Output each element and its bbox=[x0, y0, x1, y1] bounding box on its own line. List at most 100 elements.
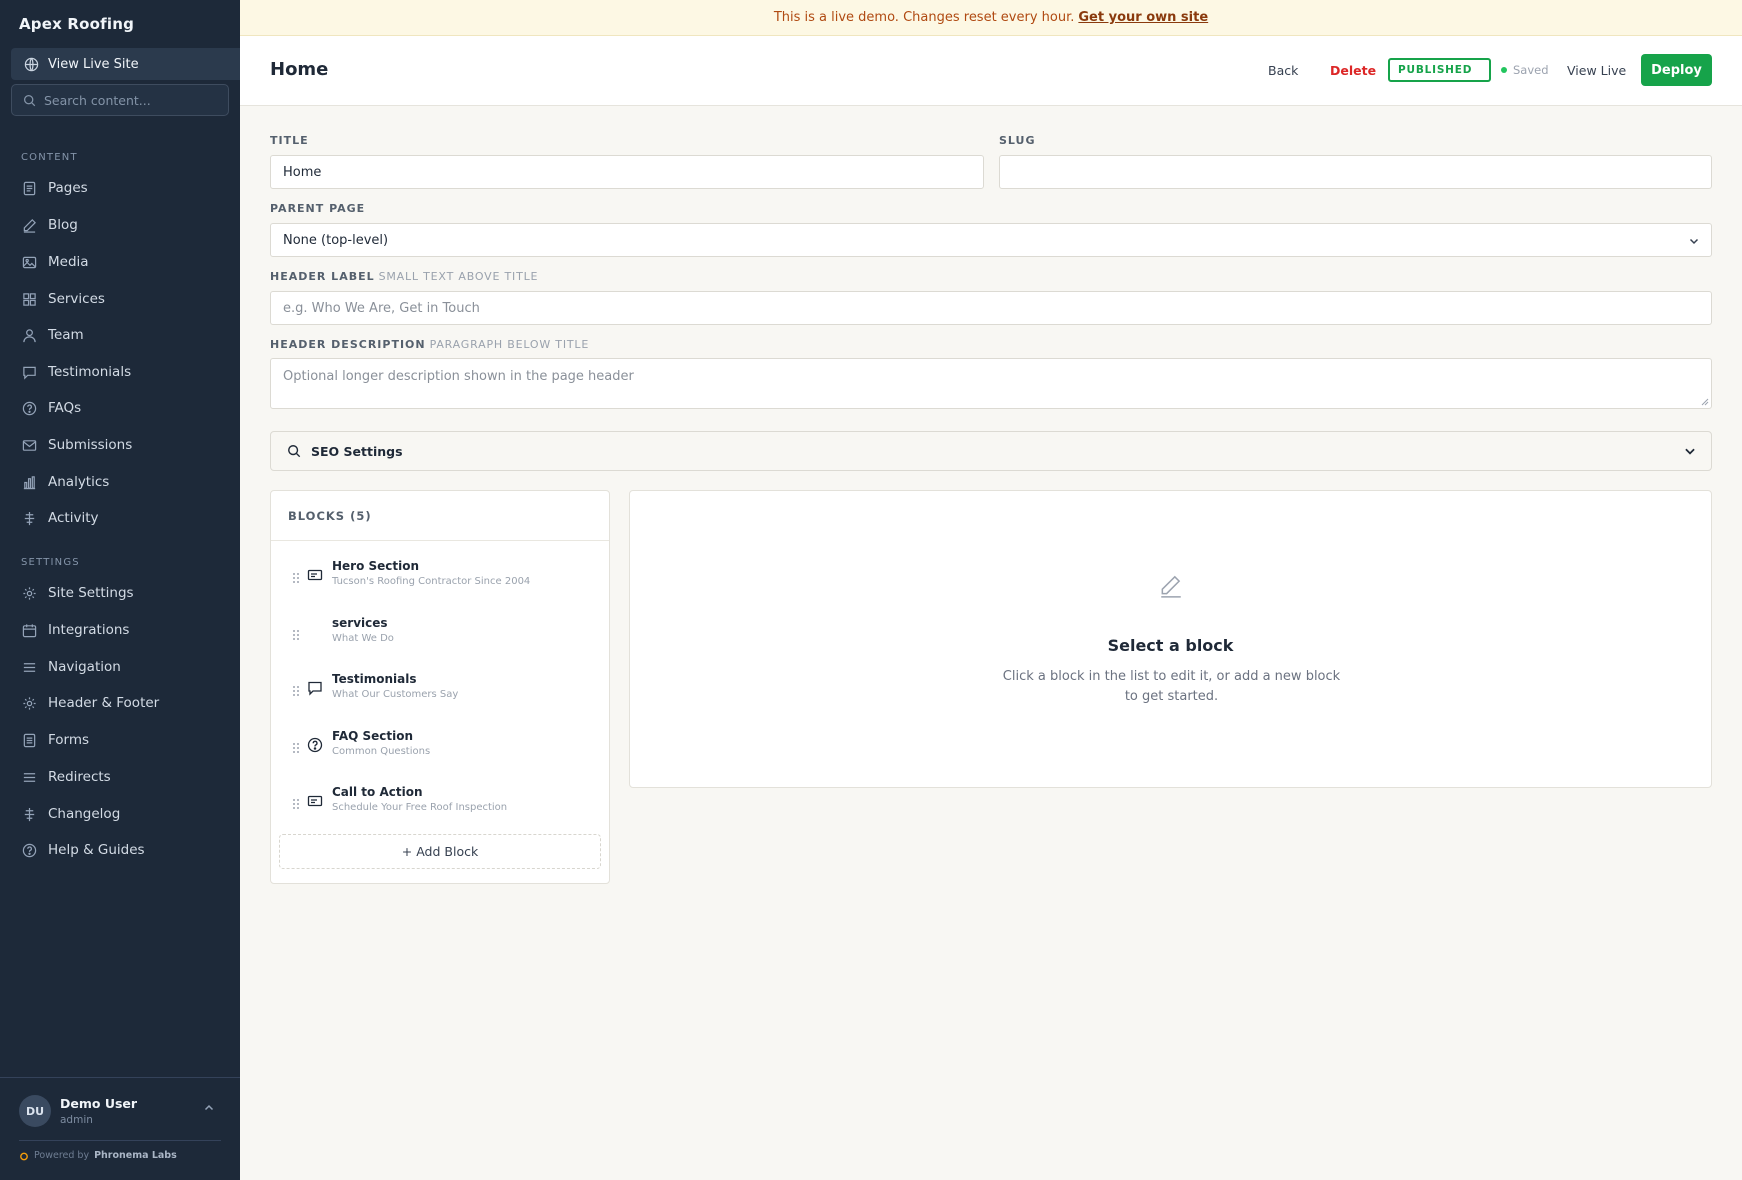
blocks-panel: BLOCKS (5) Hero Section Tucson's Roofing… bbox=[270, 490, 610, 884]
image-icon bbox=[22, 256, 37, 268]
sidebar-item-redirects[interactable]: Redirects bbox=[11, 762, 229, 792]
back-button[interactable]: Back bbox=[1268, 63, 1298, 78]
drag-handle-icon[interactable] bbox=[292, 572, 300, 584]
drag-handle-icon[interactable] bbox=[292, 685, 300, 697]
get-own-site-link[interactable]: Get your own site bbox=[1078, 10, 1208, 25]
view-live-button[interactable]: View Live bbox=[1567, 63, 1626, 78]
header-label-label: HEADER LABEL SMALL TEXT ABOVE TITLE bbox=[270, 270, 538, 283]
status-badge[interactable]: PUBLISHED bbox=[1388, 58, 1491, 82]
deploy-button[interactable]: Deploy bbox=[1641, 54, 1712, 86]
menu-icon bbox=[23, 772, 36, 782]
avatar: DU bbox=[19, 1095, 51, 1127]
add-block-button[interactable]: + Add Block bbox=[279, 834, 601, 869]
message-icon bbox=[23, 366, 36, 380]
block-item-hero-section[interactable]: Hero Section Tucson's Roofing Contractor… bbox=[271, 559, 609, 609]
delete-button[interactable]: Delete bbox=[1330, 63, 1376, 78]
drag-handle-icon[interactable] bbox=[292, 798, 300, 810]
menu-icon bbox=[23, 662, 36, 672]
pen-icon bbox=[23, 218, 36, 233]
header-label-input[interactable]: e.g. Who We Are, Get in Touch bbox=[270, 291, 1712, 325]
sidebar-item-header-footer[interactable]: Header & Footer bbox=[11, 688, 229, 718]
sidebar-item-blog[interactable]: Blog bbox=[11, 210, 229, 240]
chevron-down-icon bbox=[1689, 238, 1699, 245]
activity-icon bbox=[24, 511, 35, 525]
sidebar-item-submissions[interactable]: Submissions bbox=[11, 430, 229, 460]
block-subtitle: Common Questions bbox=[332, 746, 431, 757]
demo-banner: This is a live demo. Changes reset every… bbox=[240, 0, 1742, 36]
sidebar: Apex Roofing View Live Site Search conte… bbox=[0, 0, 240, 1180]
header-description-placeholder: Optional longer description shown in the… bbox=[283, 369, 634, 384]
sidebar-item-changelog[interactable]: Changelog bbox=[11, 799, 229, 829]
title-label: TITLE bbox=[270, 134, 309, 147]
settings-section-label: SETTINGS bbox=[21, 557, 80, 568]
block-item-faq-section[interactable]: FAQ Section Common Questions bbox=[271, 729, 609, 779]
mail-icon bbox=[22, 439, 37, 451]
gear-icon bbox=[23, 586, 36, 600]
block-title: FAQ Section bbox=[332, 729, 414, 743]
chevron-up-icon[interactable] bbox=[203, 1102, 215, 1114]
user-menu[interactable]: DU Demo User admin Powered by Phronema L… bbox=[0, 1077, 240, 1180]
view-live-site-button[interactable]: View Live Site bbox=[11, 48, 240, 80]
seo-settings-toggle[interactable]: SEO Settings bbox=[270, 431, 1712, 471]
header-description-label: HEADER DESCRIPTION PARAGRAPH BELOW TITLE bbox=[270, 338, 589, 351]
edit-pencil-icon bbox=[1161, 575, 1181, 598]
sidebar-item-team[interactable]: Team bbox=[11, 320, 229, 350]
sidebar-item-label: Team bbox=[48, 327, 84, 343]
sidebar-item-activity[interactable]: Activity bbox=[11, 503, 229, 533]
sidebar-item-faqs[interactable]: FAQs bbox=[11, 393, 229, 423]
seo-settings-label: SEO Settings bbox=[311, 443, 403, 459]
header-description-hint: PARAGRAPH BELOW TITLE bbox=[429, 338, 590, 351]
sidebar-item-label: FAQs bbox=[48, 400, 82, 416]
divider bbox=[19, 1140, 221, 1141]
parent-page-select[interactable]: None (top-level) bbox=[270, 223, 1712, 257]
status-dot bbox=[1501, 67, 1507, 73]
search-input[interactable]: Search content... bbox=[11, 84, 229, 116]
sidebar-item-label: Activity bbox=[48, 510, 99, 526]
sidebar-item-services[interactable]: Services bbox=[11, 284, 229, 314]
sidebar-item-pages[interactable]: Pages bbox=[11, 173, 229, 203]
sidebar-item-navigation[interactable]: Navigation bbox=[11, 652, 229, 682]
help-circle-icon bbox=[22, 401, 37, 415]
drag-handle-icon[interactable] bbox=[292, 742, 300, 754]
calendar-icon bbox=[22, 623, 37, 637]
grid-icon bbox=[23, 292, 36, 306]
sidebar-item-help-guides[interactable]: Help & Guides bbox=[11, 835, 229, 865]
sidebar-item-testimonials[interactable]: Testimonials bbox=[11, 357, 229, 387]
powered-prefix: Powered by bbox=[34, 1150, 90, 1161]
page-header: Home Back Delete PUBLISHED Saved View Li… bbox=[240, 36, 1742, 106]
user-icon bbox=[23, 328, 36, 342]
help-circle-icon bbox=[22, 843, 37, 857]
sidebar-item-forms[interactable]: Forms bbox=[11, 725, 229, 755]
sidebar-item-site-settings[interactable]: Site Settings bbox=[11, 578, 229, 608]
brand-name: Apex Roofing bbox=[19, 15, 135, 33]
saved-label: Saved bbox=[1513, 63, 1549, 77]
resize-handle-icon[interactable] bbox=[1701, 398, 1709, 406]
header-description-title: HEADER DESCRIPTION bbox=[270, 338, 426, 351]
block-subtitle: Tucson's Roofing Contractor Since 2004 bbox=[332, 576, 531, 587]
title-input[interactable]: Home bbox=[270, 155, 984, 189]
sidebar-item-label: Blog bbox=[48, 217, 78, 233]
sidebar-item-analytics[interactable]: Analytics bbox=[11, 467, 229, 497]
sidebar-item-label: Changelog bbox=[48, 806, 121, 822]
sidebar-item-label: Navigation bbox=[48, 659, 121, 675]
powered-brand[interactable]: Phronema Labs bbox=[94, 1150, 177, 1161]
drag-handle-icon[interactable] bbox=[292, 629, 300, 641]
block-subtitle: What Our Customers Say bbox=[332, 689, 459, 700]
block-item-call-to-action[interactable]: Call to Action Schedule Your Free Roof I… bbox=[271, 785, 609, 835]
header-description-textarea[interactable]: Optional longer description shown in the… bbox=[270, 358, 1712, 409]
header-label-hint: SMALL TEXT ABOVE TITLE bbox=[378, 270, 539, 283]
activity-icon bbox=[24, 807, 35, 821]
header-label-title: HEADER LABEL bbox=[270, 270, 375, 283]
globe-icon bbox=[24, 57, 39, 71]
block-item-services[interactable]: services What We Do bbox=[271, 616, 609, 666]
block-title: Hero Section bbox=[332, 559, 420, 573]
search-icon bbox=[288, 445, 301, 458]
slug-input[interactable] bbox=[999, 155, 1712, 189]
block-item-testimonials[interactable]: Testimonials What Our Customers Say bbox=[271, 672, 609, 722]
layout-card-icon bbox=[307, 795, 323, 807]
parent-page-value: None (top-level) bbox=[283, 232, 389, 248]
sidebar-item-label: Redirects bbox=[48, 769, 111, 785]
sidebar-item-integrations[interactable]: Integrations bbox=[11, 615, 229, 645]
block-subtitle: What We Do bbox=[332, 633, 394, 644]
sidebar-item-media[interactable]: Media bbox=[11, 247, 229, 277]
